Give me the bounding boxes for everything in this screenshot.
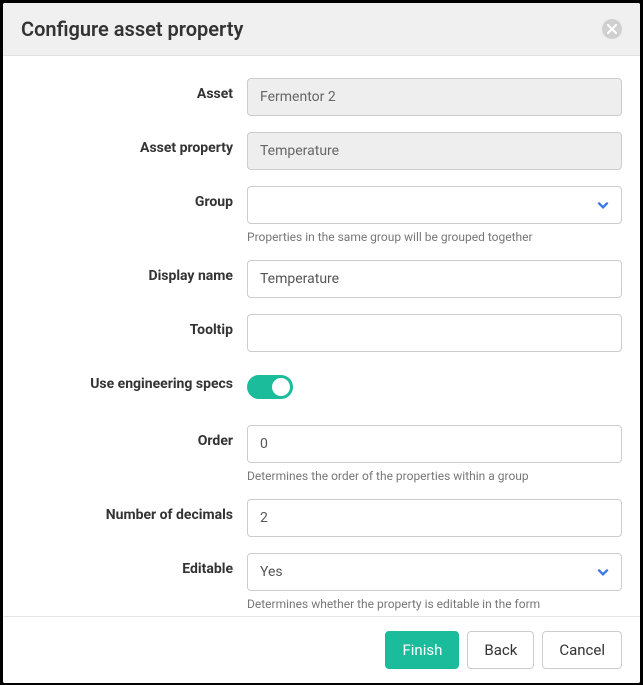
asset-input bbox=[247, 78, 622, 116]
use-engineering-specs-row: Use engineering specs bbox=[21, 368, 622, 399]
display-name-row: Display name bbox=[21, 260, 622, 298]
display-name-label: Display name bbox=[21, 260, 247, 284]
group-help: Properties in the same group will be gro… bbox=[247, 230, 622, 244]
group-select[interactable] bbox=[247, 186, 622, 224]
asset-property-row: Asset property bbox=[21, 132, 622, 170]
use-engineering-specs-toggle[interactable] bbox=[247, 375, 293, 399]
editable-row: Editable Determines whether the property… bbox=[21, 553, 622, 611]
asset-label: Asset bbox=[21, 78, 247, 102]
modal-title: Configure asset property bbox=[21, 17, 243, 41]
close-button[interactable] bbox=[602, 19, 622, 39]
decimals-row: Number of decimals bbox=[21, 499, 622, 537]
use-engineering-specs-label: Use engineering specs bbox=[21, 368, 247, 392]
order-label: Order bbox=[21, 425, 247, 449]
back-button[interactable]: Back bbox=[467, 631, 534, 669]
cancel-button[interactable]: Cancel bbox=[542, 631, 622, 669]
modal-footer: Finish Back Cancel bbox=[3, 616, 640, 683]
asset-property-input bbox=[247, 132, 622, 170]
display-name-input[interactable] bbox=[247, 260, 622, 298]
order-input[interactable] bbox=[247, 425, 622, 463]
toggle-knob bbox=[272, 378, 290, 396]
editable-help: Determines whether the property is edita… bbox=[247, 597, 622, 611]
order-row: Order Determines the order of the proper… bbox=[21, 425, 622, 483]
modal-header: Configure asset property bbox=[3, 3, 640, 56]
asset-property-label: Asset property bbox=[21, 132, 247, 156]
modal-body: Asset Asset property Group Properties in bbox=[3, 56, 640, 616]
decimals-label: Number of decimals bbox=[21, 499, 247, 523]
editable-select[interactable] bbox=[247, 553, 622, 591]
tooltip-row: Tooltip bbox=[21, 314, 622, 352]
asset-row: Asset bbox=[21, 78, 622, 116]
close-icon bbox=[607, 24, 617, 34]
finish-button[interactable]: Finish bbox=[385, 631, 459, 669]
group-label: Group bbox=[21, 186, 247, 210]
decimals-input[interactable] bbox=[247, 499, 622, 537]
group-row: Group Properties in the same group will … bbox=[21, 186, 622, 244]
tooltip-label: Tooltip bbox=[21, 314, 247, 338]
order-help: Determines the order of the properties w… bbox=[247, 469, 622, 483]
tooltip-input[interactable] bbox=[247, 314, 622, 352]
configure-asset-property-modal: Configure asset property Asset Asset pro… bbox=[3, 3, 640, 683]
editable-label: Editable bbox=[21, 553, 247, 577]
